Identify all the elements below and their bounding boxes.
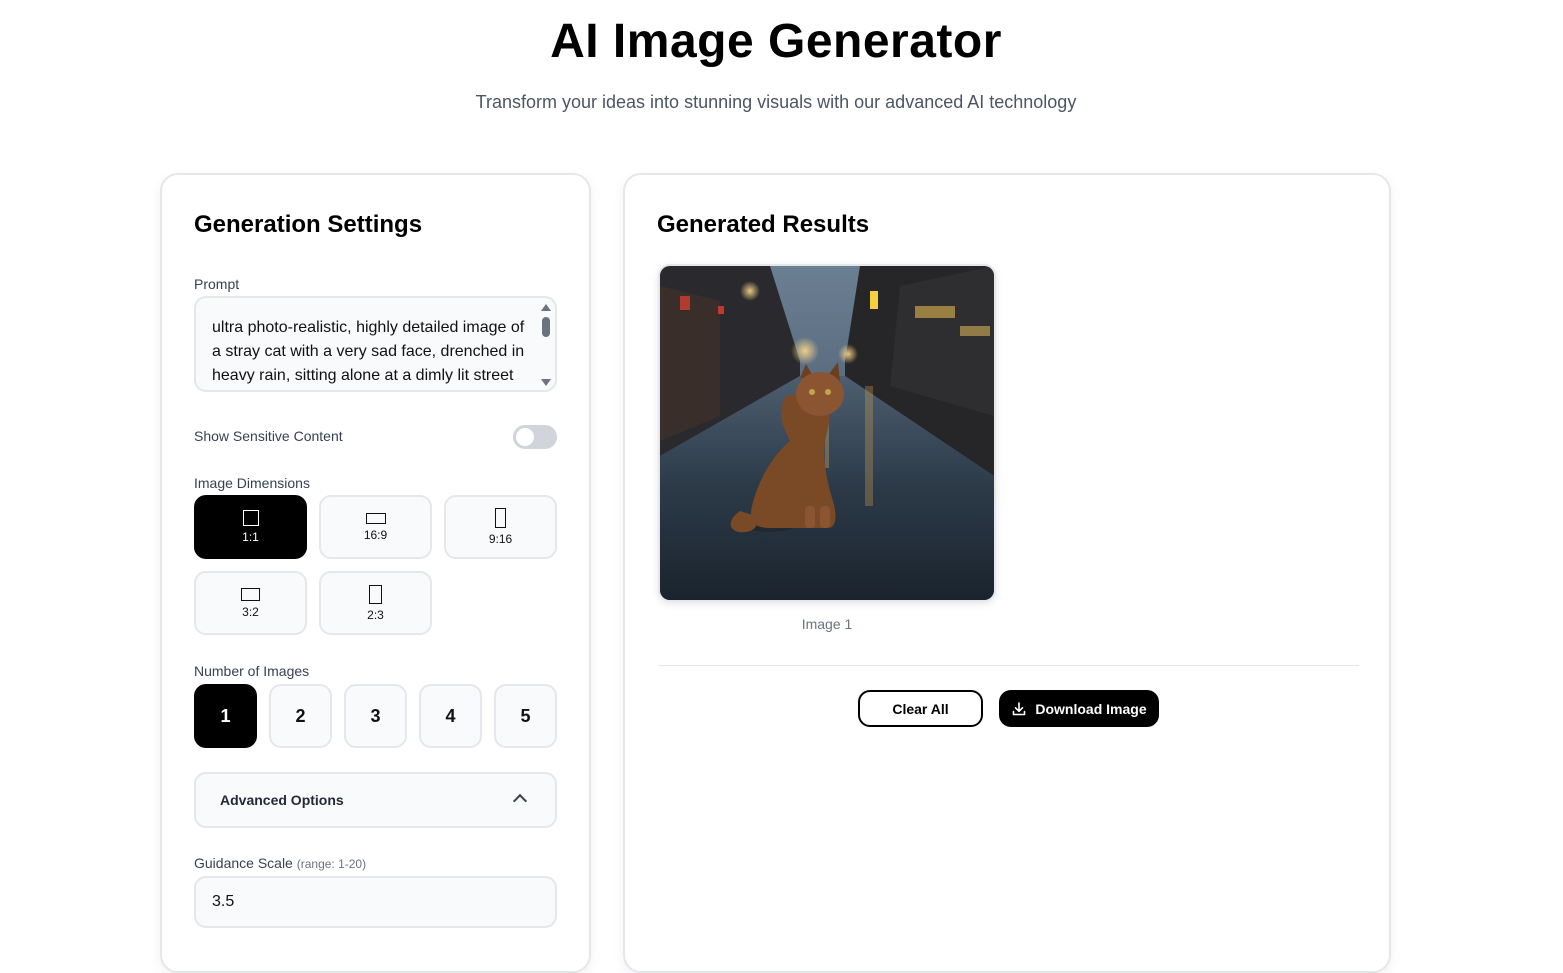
download-image-label: Download Image [1035,700,1147,717]
landscape-ratio-icon [241,587,260,601]
dimension-option-9-16[interactable]: 9:16 [444,495,557,559]
square-ratio-icon [242,510,259,526]
dimension-option-3-2[interactable]: 3:2 [194,571,307,635]
num-images-option-5[interactable]: 5 [494,684,557,748]
prompt-text: ultra photo-realistic, highly detailed i… [212,319,525,384]
advanced-options-toggle[interactable]: Advanced Options [194,772,557,828]
num-images-option-3[interactable]: 3 [344,684,407,748]
generated-image[interactable] [658,264,996,602]
portrait-ratio-icon [369,584,382,604]
num-images-option-2[interactable]: 2 [269,684,332,748]
prompt-textarea[interactable]: ultra photo-realistic, highly detailed i… [194,296,557,392]
guidance-scale-hint: (range: 1-20) [296,857,367,871]
dimension-option-2-3[interactable]: 2:3 [319,571,432,635]
number-of-images-label: Number of Images [194,663,310,679]
guidance-scale-title: Guidance Scale [194,855,293,871]
dimension-label: 2:3 [367,607,384,622]
scroll-up-arrow-icon[interactable] [541,304,551,311]
page-title: AI Image Generator [550,15,1002,68]
portrait-ratio-icon [495,508,506,528]
dimension-label: 1:1 [242,530,259,544]
dimension-option-16-9[interactable]: 16:9 [319,495,432,559]
advanced-options-label: Advanced Options [220,792,344,808]
sensitive-content-label: Show Sensitive Content [194,428,343,444]
landscape-ratio-icon [365,512,386,524]
generation-settings-panel: Generation Settings Prompt ultra photo-r… [160,173,591,973]
prompt-scrollbar[interactable] [541,304,551,386]
guidance-scale-label: Guidance Scale (range: 1-20) [194,855,366,871]
dimension-label: 3:2 [242,604,259,619]
results-divider [658,665,1359,666]
chevron-up-icon [512,793,528,809]
download-icon [1013,701,1026,715]
generated-image-picture [660,266,994,600]
dimension-option-1-1[interactable]: 1:1 [194,495,307,559]
sensitive-content-toggle[interactable] [513,425,557,449]
guidance-scale-input[interactable]: 3.5 [194,876,557,928]
page-subtitle: Transform your ideas into stunning visua… [475,92,1077,112]
num-images-option-4[interactable]: 4 [419,684,482,748]
download-image-button[interactable]: Download Image [999,690,1159,727]
scroll-thumb[interactable] [542,317,550,337]
clear-all-button[interactable]: Clear All [858,690,983,727]
prompt-label: Prompt [194,276,240,292]
generated-results-panel: Generated Results Image 1 Clear All Down… [623,173,1391,973]
guidance-scale-value: 3.5 [212,893,235,910]
image-dimensions-label: Image Dimensions [194,475,310,491]
scroll-down-arrow-icon[interactable] [541,379,551,386]
dimension-label: 16:9 [363,527,388,542]
results-title: Generated Results [657,211,870,238]
num-images-option-1[interactable]: 1 [194,684,257,748]
dimension-label: 9:16 [488,532,513,546]
toggle-knob [516,428,534,446]
settings-title: Generation Settings [194,211,423,238]
sensitive-content-row: Show Sensitive Content [194,425,557,449]
image-caption: Image 1 [801,616,853,632]
